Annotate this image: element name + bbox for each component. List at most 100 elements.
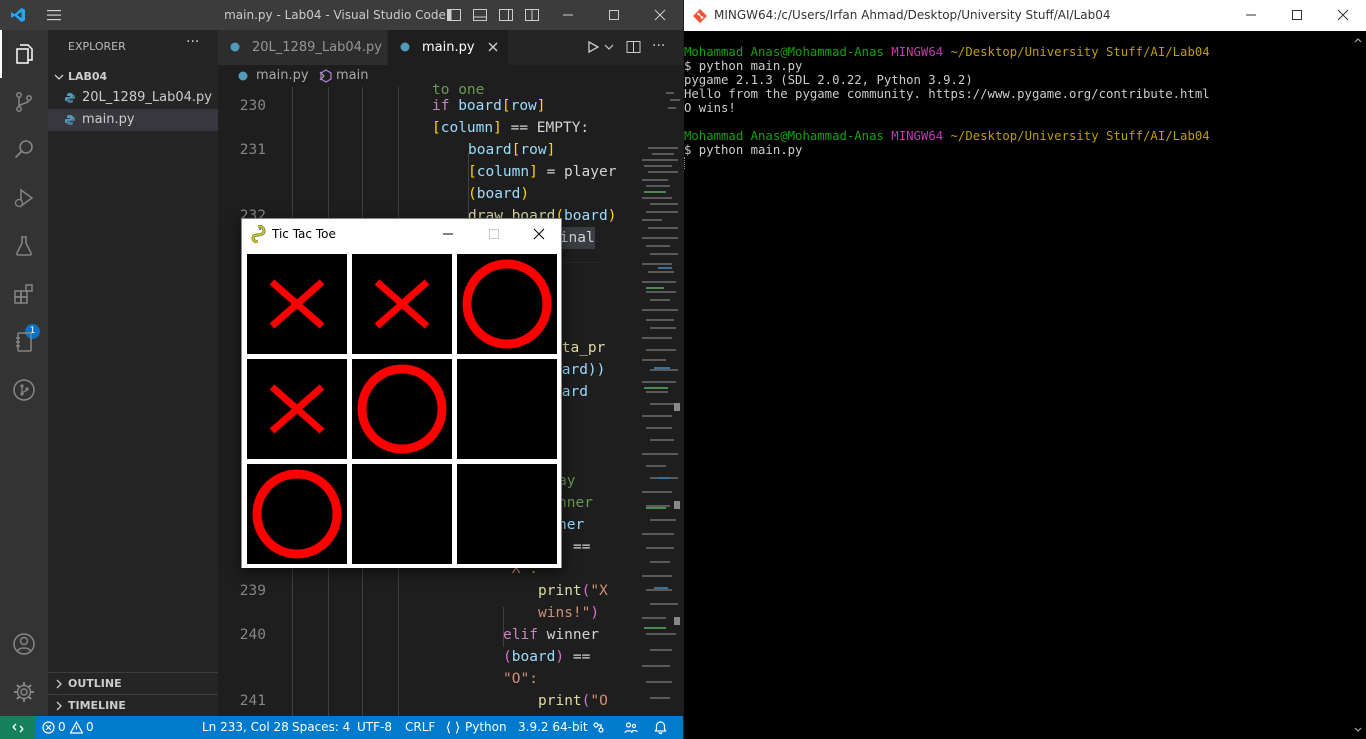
scroll-marker: [674, 617, 680, 625]
terminal-line: pygame 2.1.3 (SDL 2.0.22, Python 3.9.2): [684, 73, 973, 87]
terminal-current-command: $ python main.py: [684, 143, 803, 157]
testing-icon[interactable]: [0, 222, 48, 270]
close-button[interactable]: [637, 0, 683, 30]
terminal-scrollbar[interactable]: [1350, 31, 1366, 739]
window-title: main.py - Lab04 - Visual Studio Code: [224, 8, 446, 22]
tictactoe-title: Tic Tac Toe: [272, 227, 336, 241]
encoding[interactable]: UTF-8: [357, 716, 392, 739]
vscode-titlebar: main.py - Lab04 - Visual Studio Code: [0, 0, 683, 30]
error-icon[interactable]: [42, 721, 55, 739]
tictactoe-titlebar: Tic Tac Toe: [242, 219, 561, 249]
editor-more-actions-icon[interactable]: ···: [652, 38, 665, 54]
outline-label: OUTLINE: [68, 677, 122, 690]
tab-bar: 20L_1289_Lab04.py main.py ···: [218, 30, 683, 65]
prompt-line: Mohammad Anas@Mohammad-Anas MINGW64 ~/De…: [684, 45, 1210, 59]
code-line: nner: [558, 495, 593, 511]
extensions-icon[interactable]: [0, 270, 48, 318]
breadcrumb-file[interactable]: main.py: [256, 65, 309, 87]
tab-20l-1289-lab04[interactable]: 20L_1289_Lab04.py: [218, 30, 388, 65]
scroll-marker: [674, 501, 680, 509]
python-file-icon: [65, 115, 75, 125]
board-cell-1-1[interactable]: [352, 359, 452, 459]
tictactoe-close-button[interactable]: [516, 219, 562, 249]
git-graph-icon[interactable]: [0, 366, 48, 414]
line-number: 240: [239, 627, 266, 643]
tictactoe-board[interactable]: [242, 249, 561, 568]
terminal-close-button[interactable]: [1320, 0, 1366, 30]
language-braces-icon[interactable]: [446, 721, 460, 739]
customize-layout-icon[interactable]: [524, 7, 540, 23]
python-interpreter[interactable]: 3.9.2 64-bit: [518, 716, 588, 739]
scroll-up-icon[interactable]: [1354, 37, 1362, 43]
run-debug-icon[interactable]: [0, 174, 48, 222]
more-actions-icon[interactable]: ···: [186, 34, 199, 50]
language-mode[interactable]: Python: [465, 716, 507, 739]
tictactoe-maximize-button[interactable]: [471, 219, 517, 249]
mingw64-terminal-window[interactable]: MINGW64:/c/Users/Irfan Ahmad/Desktop/Uni…: [684, 0, 1366, 739]
toggle-secondary-sidebar-icon[interactable]: [498, 7, 514, 23]
terminal-minimize-button[interactable]: [1228, 0, 1274, 30]
board-cell-0-2[interactable]: [457, 254, 557, 354]
error-count[interactable]: 0: [58, 716, 66, 739]
terminal-title: MINGW64:/c/Users/Irfan Ahmad/Desktop/Uni…: [714, 8, 1111, 22]
pygame-snake-icon: [250, 225, 266, 243]
editor-scrollbar[interactable]: [671, 87, 683, 716]
chevron-right-icon: [54, 695, 64, 717]
maximize-button[interactable]: [591, 0, 637, 30]
settings-gear-icon[interactable]: [0, 668, 48, 716]
notifications-bell-icon[interactable]: [654, 721, 667, 739]
cursor-position[interactable]: Ln 233, Col 28: [202, 716, 289, 739]
tab-close-icon[interactable]: [488, 30, 498, 65]
indentation[interactable]: Spaces: 4: [292, 716, 350, 739]
source-control-icon[interactable]: [0, 78, 48, 126]
terminal-maximize-button[interactable]: [1274, 0, 1320, 30]
notebook-icon[interactable]: [0, 318, 48, 366]
code-line: if board[row]: [432, 98, 546, 114]
code-line: print("X: [538, 583, 608, 599]
account-icon[interactable]: [0, 620, 48, 668]
scroll-down-icon[interactable]: [1354, 727, 1362, 733]
board-cell-2-1[interactable]: [352, 464, 452, 564]
tab-label: 20L_1289_Lab04.py: [252, 40, 382, 55]
file-item[interactable]: 20L_1289_Lab04.py: [48, 87, 218, 109]
line-ending[interactable]: CRLF: [405, 716, 435, 739]
warning-icon[interactable]: [70, 721, 83, 739]
x-mark-icon: [374, 279, 430, 329]
tictactoe-window[interactable]: Tic Tac Toe: [241, 218, 562, 568]
breadcrumb-symbol[interactable]: main: [336, 65, 368, 87]
warning-count[interactable]: 0: [86, 716, 94, 739]
code-line: [column] = player: [468, 164, 617, 180]
search-icon[interactable]: [0, 126, 48, 174]
code-line: (board): [468, 186, 530, 202]
o-mark-icon: [357, 364, 447, 454]
remote-indicator[interactable]: [0, 716, 36, 739]
board-cell-1-0[interactable]: [247, 359, 347, 459]
board-cell-0-1[interactable]: [352, 254, 452, 354]
folder-lab04[interactable]: LAB04: [48, 67, 218, 87]
explorer-icon[interactable]: [0, 30, 48, 78]
prompt-line: Mohammad Anas@Mohammad-Anas MINGW64 ~/De…: [684, 129, 1210, 143]
toggle-sidebar-icon[interactable]: [446, 7, 462, 23]
file-label: main.py: [82, 112, 135, 127]
toggle-panel-icon[interactable]: [472, 7, 488, 23]
board-cell-1-2[interactable]: [457, 359, 557, 459]
split-editor-icon[interactable]: [626, 40, 641, 54]
terminal-output[interactable]: Mohammad Anas@Mohammad-Anas MINGW64 ~/De…: [684, 31, 1350, 739]
timeline-section[interactable]: TIMELINE: [48, 694, 218, 716]
explorer-title: EXPLORER: [68, 40, 126, 53]
board-cell-2-2[interactable]: [457, 464, 557, 564]
tab-label: main.py: [422, 40, 475, 55]
run-dropdown-chevron-icon[interactable]: [604, 40, 614, 54]
board-cell-2-0[interactable]: [247, 464, 347, 564]
outline-section[interactable]: OUTLINE: [48, 672, 218, 694]
run-python-file-icon[interactable]: [586, 40, 600, 54]
activity-bar: 1: [0, 30, 48, 716]
live-share-icon[interactable]: [592, 721, 605, 739]
file-item-selected[interactable]: main.py: [48, 109, 218, 131]
feedback-icon[interactable]: [624, 721, 638, 739]
minimize-button[interactable]: [545, 0, 591, 30]
tictactoe-minimize-button[interactable]: [425, 219, 471, 249]
board-cell-0-0[interactable]: [247, 254, 347, 354]
menu-icon[interactable]: [46, 7, 62, 23]
terminal-titlebar: MINGW64:/c/Users/Irfan Ahmad/Desktop/Uni…: [684, 0, 1366, 31]
